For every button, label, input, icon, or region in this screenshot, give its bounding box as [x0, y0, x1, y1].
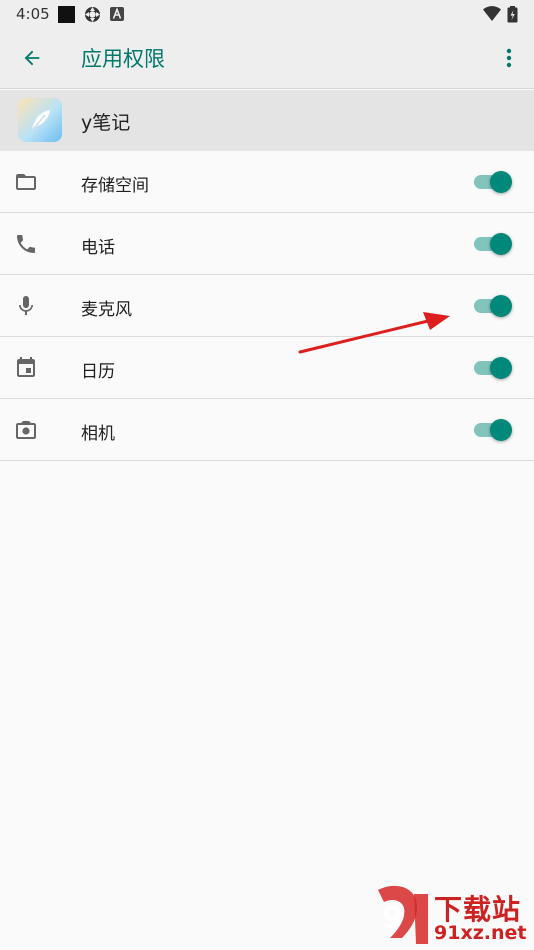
app-name: y笔记: [81, 112, 131, 134]
a-icon: [110, 6, 124, 25]
permission-item-camera[interactable]: 相机: [0, 399, 534, 461]
toggle-thumb: [490, 419, 512, 441]
toggle-thumb: [490, 295, 512, 317]
microphone-icon: [14, 294, 38, 318]
app-header: y笔记: [0, 90, 534, 151]
permission-item-storage[interactable]: 存储空间: [0, 151, 534, 213]
toggle-thumb: [490, 233, 512, 255]
more-vert-icon: [506, 48, 512, 68]
permission-toggle[interactable]: [474, 232, 514, 256]
app-bar: 应用权限: [0, 27, 534, 89]
permission-label: 相机: [81, 424, 115, 444]
permission-toggle[interactable]: [474, 356, 514, 380]
toggle-thumb: [490, 357, 512, 379]
permission-toggle[interactable]: [474, 170, 514, 194]
svg-text:9: 9: [382, 901, 403, 936]
camera-icon: [14, 418, 38, 442]
annotation-arrow-icon: [298, 312, 450, 354]
calendar-icon: [14, 356, 38, 380]
battery-icon: [507, 6, 518, 27]
status-time: 4:05: [16, 5, 50, 23]
toggle-thumb: [490, 171, 512, 193]
wifi-icon: [483, 6, 501, 25]
permission-label: 日历: [81, 362, 115, 382]
permission-item-phone[interactable]: 电话: [0, 213, 534, 275]
permission-toggle[interactable]: [474, 418, 514, 442]
back-button[interactable]: [12, 39, 52, 77]
permission-label: 麦克风: [81, 300, 132, 320]
watermark-subtitle: 91xz.net: [434, 922, 527, 944]
folder-icon: [14, 170, 38, 194]
more-options-button[interactable]: [494, 39, 524, 77]
permission-toggle[interactable]: [474, 294, 514, 318]
feather-icon: [30, 109, 51, 133]
watermark: 9 下载站 91xz.net: [372, 884, 534, 950]
permission-label: 存储空间: [81, 176, 149, 196]
arrow-back-icon: [24, 50, 40, 66]
page-title: 应用权限: [81, 47, 165, 71]
sync-icon: [84, 6, 101, 27]
watermark-logo-icon: 9: [378, 885, 428, 944]
app-icon: [18, 98, 62, 142]
square-icon: [58, 6, 75, 27]
permission-label: 电话: [81, 238, 115, 258]
status-bar: 4:05: [0, 0, 534, 27]
phone-icon: [14, 232, 38, 256]
